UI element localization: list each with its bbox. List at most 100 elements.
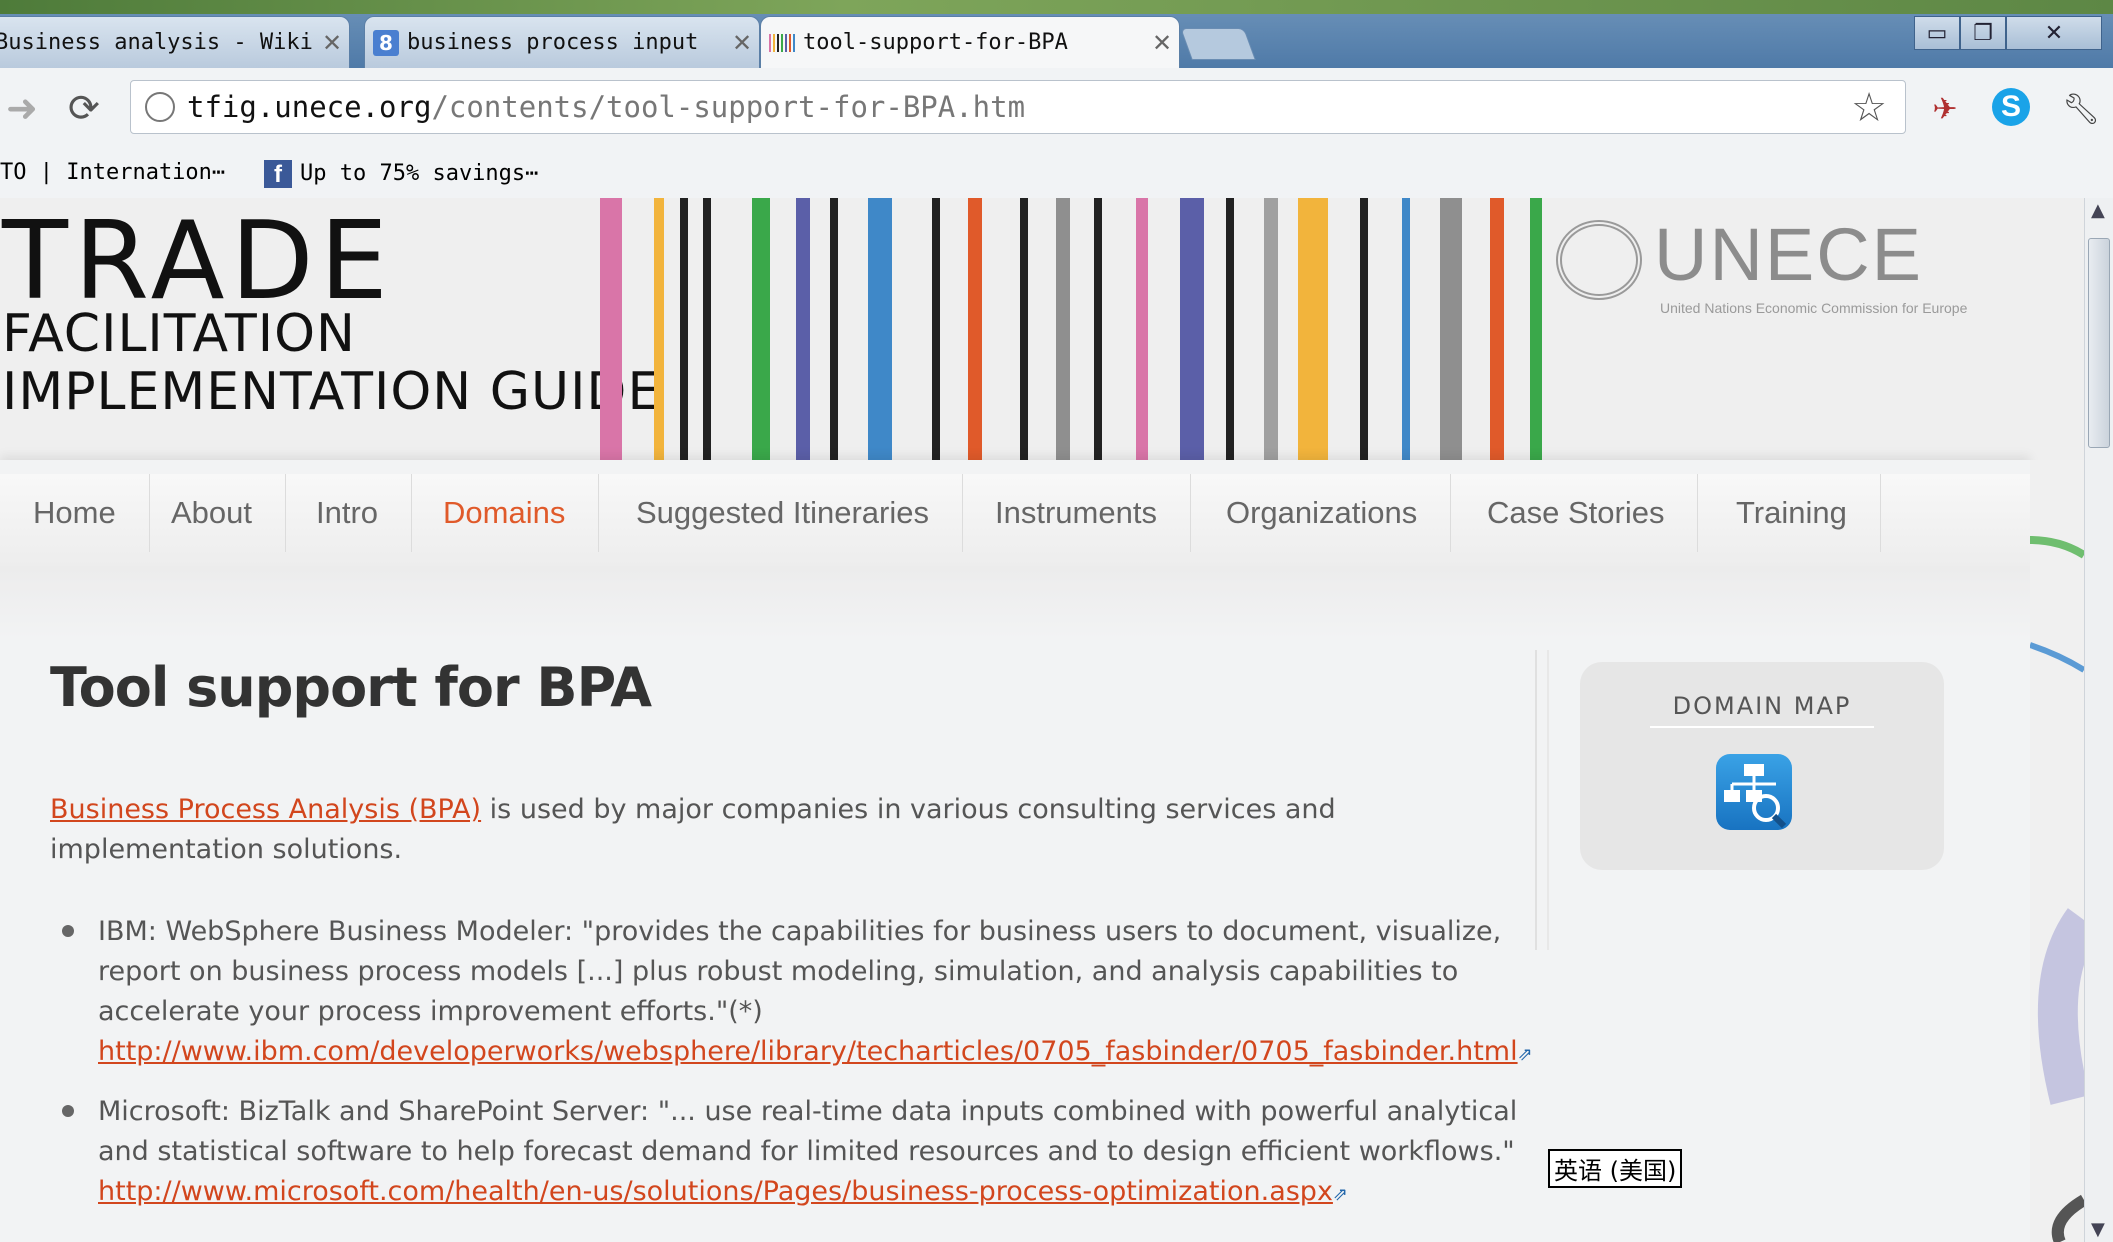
- scrollbar-thumb[interactable]: [2088, 238, 2110, 448]
- tab-label: business process input: [407, 30, 699, 55]
- url-host: tfig.unece.org: [187, 90, 432, 124]
- unece-subtitle: United Nations Economic Commission for E…: [1660, 300, 1968, 316]
- intro-paragraph: Business Process Analysis (BPA) is used …: [50, 790, 1490, 870]
- nav-intro[interactable]: Intro: [283, 474, 413, 552]
- tab-business-analysis[interactable]: Business analysis - Wiki ✕: [0, 16, 350, 68]
- external-link-icon: ⇗: [1332, 1184, 1349, 1205]
- banner-title-line2: FACILITATION: [2, 304, 356, 364]
- barcode-stripe: [600, 198, 622, 460]
- nav-suggested-itineraries[interactable]: Suggested Itineraries: [603, 474, 963, 552]
- bookmark-item-facebook[interactable]: f Up to 75% savings⋯: [264, 160, 538, 188]
- tab-tool-support-for-bpa[interactable]: tool-support-for-BPA ✕: [760, 16, 1180, 68]
- barcode-stripe: [1440, 198, 1462, 460]
- barcode-stripe: [703, 198, 711, 460]
- barcode-stripe: [1490, 198, 1504, 460]
- un-emblem-icon: [1556, 220, 1642, 300]
- nav-home[interactable]: Home: [0, 474, 150, 552]
- new-tab-button[interactable]: [1180, 28, 1256, 60]
- nav-domains[interactable]: Domains: [410, 474, 600, 552]
- browser-tab-strip: Business analysis - Wiki ✕ 8 business pr…: [0, 0, 2113, 68]
- barcode-stripe: [1094, 198, 1102, 460]
- barcode-stripe: [968, 198, 982, 460]
- vertical-scrollbar[interactable]: ▲ ▼: [2084, 198, 2113, 1242]
- scroll-down-icon[interactable]: ▼: [2091, 1219, 2105, 1240]
- barcode-stripes: [600, 198, 1542, 460]
- nav-training[interactable]: Training: [1703, 474, 1881, 552]
- content-panel: Home About Intro Domains Suggested Itine…: [0, 460, 2030, 1242]
- tfig-barcode-icon: [769, 30, 795, 56]
- barcode-stripe: [1360, 198, 1368, 460]
- skype-icon[interactable]: S: [1992, 88, 2030, 126]
- close-tab-icon[interactable]: ✕: [725, 29, 759, 57]
- barcode-stripe: [654, 198, 664, 460]
- barcode-stripe: [1136, 198, 1148, 460]
- banner-title-line3: IMPLEMENTATION GUIDE: [2, 362, 662, 422]
- desktop-background: [0, 0, 2113, 14]
- url-path: /contents/tool-support-for-BPA.htm: [431, 90, 1026, 124]
- banner-title-line1: TRADE: [2, 199, 394, 324]
- barcode-stripe: [932, 198, 940, 460]
- unece-wordmark: UNECE: [1654, 213, 1924, 296]
- barcode-stripe: [680, 198, 688, 460]
- domain-map-title: DOMAIN MAP: [1650, 692, 1874, 728]
- bookmarks-bar: TO | Internation⋯ f Up to 75% savings⋯: [0, 148, 2113, 199]
- tab-business-process-input[interactable]: 8 business process input ✕: [364, 16, 760, 68]
- tab-label: tool-support-for-BPA: [803, 30, 1068, 55]
- bullet-icon: [62, 1105, 74, 1117]
- globe-icon: [145, 92, 175, 122]
- barcode-stripe: [1226, 198, 1234, 460]
- wrench-icon[interactable]: 🔧︎: [2060, 88, 2102, 130]
- address-bar[interactable]: tfig.unece.org/contents/tool-support-for…: [130, 80, 1906, 134]
- barcode-stripe: [796, 198, 810, 460]
- bpa-link[interactable]: Business Process Analysis (BPA): [50, 794, 481, 825]
- list-item-text: IBM: WebSphere Business Modeler: "provid…: [98, 916, 1502, 1027]
- close-window-button[interactable]: ✕: [2006, 16, 2102, 50]
- bookmark-label: Up to 75% savings⋯: [300, 161, 539, 186]
- web-page: TRADE FACILITATION IMPLEMENTATION GUIDE …: [0, 198, 2084, 1242]
- facebook-icon: f: [264, 160, 292, 188]
- google-icon: 8: [373, 29, 399, 56]
- barcode-stripe: [1020, 198, 1028, 460]
- sub-navigation-bar: [0, 566, 2030, 640]
- bullet-icon: [62, 925, 74, 937]
- microsoft-link[interactable]: http://www.microsoft.com/health/en-us/so…: [98, 1176, 1333, 1207]
- extension-icon[interactable]: ✈: [1924, 88, 1966, 130]
- barcode-stripe: [1402, 198, 1410, 460]
- close-tab-icon[interactable]: ✕: [1145, 29, 1179, 57]
- domain-map-widget[interactable]: DOMAIN MAP: [1580, 662, 1944, 870]
- browser-toolbar: ➜ ⟳ tfig.unece.org/contents/tool-support…: [0, 68, 2113, 149]
- site-banner: TRADE FACILITATION IMPLEMENTATION GUIDE …: [0, 198, 2084, 460]
- tab-label: Business analysis - Wiki: [0, 30, 313, 55]
- nav-about[interactable]: About: [138, 474, 287, 552]
- page-title: Tool support for BPA: [50, 656, 652, 719]
- barcode-stripe: [1530, 198, 1542, 460]
- barcode-stripe: [1180, 198, 1204, 460]
- barcode-stripe: [752, 198, 770, 460]
- barcode-stripe: [1264, 198, 1278, 460]
- barcode-stripe: [868, 198, 892, 460]
- ime-indicator: 英语 (美国): [1548, 1149, 1683, 1188]
- ibm-link[interactable]: http://www.ibm.com/developerworks/websph…: [98, 1036, 1518, 1067]
- list-item-text: Microsoft: BizTalk and SharePoint Server…: [98, 1096, 1518, 1167]
- restore-button[interactable]: ❐: [1960, 16, 2006, 50]
- scroll-up-icon[interactable]: ▲: [2091, 200, 2105, 221]
- main-navigation: Home About Intro Domains Suggested Itine…: [0, 474, 2030, 567]
- nav-instruments[interactable]: Instruments: [962, 474, 1191, 552]
- forward-arrow-icon[interactable]: ➜: [6, 86, 38, 130]
- sitemap-search-icon[interactable]: [1716, 754, 1792, 830]
- decorative-curves: [2030, 460, 2084, 1242]
- list-item: Microsoft: BizTalk and SharePoint Server…: [62, 1092, 1518, 1215]
- barcode-stripe: [1298, 198, 1328, 460]
- barcode-stripe: [830, 198, 838, 460]
- list-item: IBM: WebSphere Business Modeler: "provid…: [62, 912, 1533, 1075]
- barcode-stripe: [1056, 198, 1070, 460]
- sidebar-divider: [1535, 650, 1549, 950]
- nav-case-stories[interactable]: Case Stories: [1454, 474, 1699, 552]
- bookmark-item[interactable]: TO | Internation⋯: [0, 160, 225, 185]
- bookmark-star-icon[interactable]: ☆: [1851, 85, 1887, 131]
- nav-organizations[interactable]: Organizations: [1193, 474, 1452, 552]
- external-link-icon: ⇗: [1517, 1044, 1533, 1065]
- reload-icon[interactable]: ⟳: [68, 86, 100, 130]
- close-tab-icon[interactable]: ✕: [315, 29, 349, 57]
- minimize-button[interactable]: ▭: [1914, 16, 1960, 50]
